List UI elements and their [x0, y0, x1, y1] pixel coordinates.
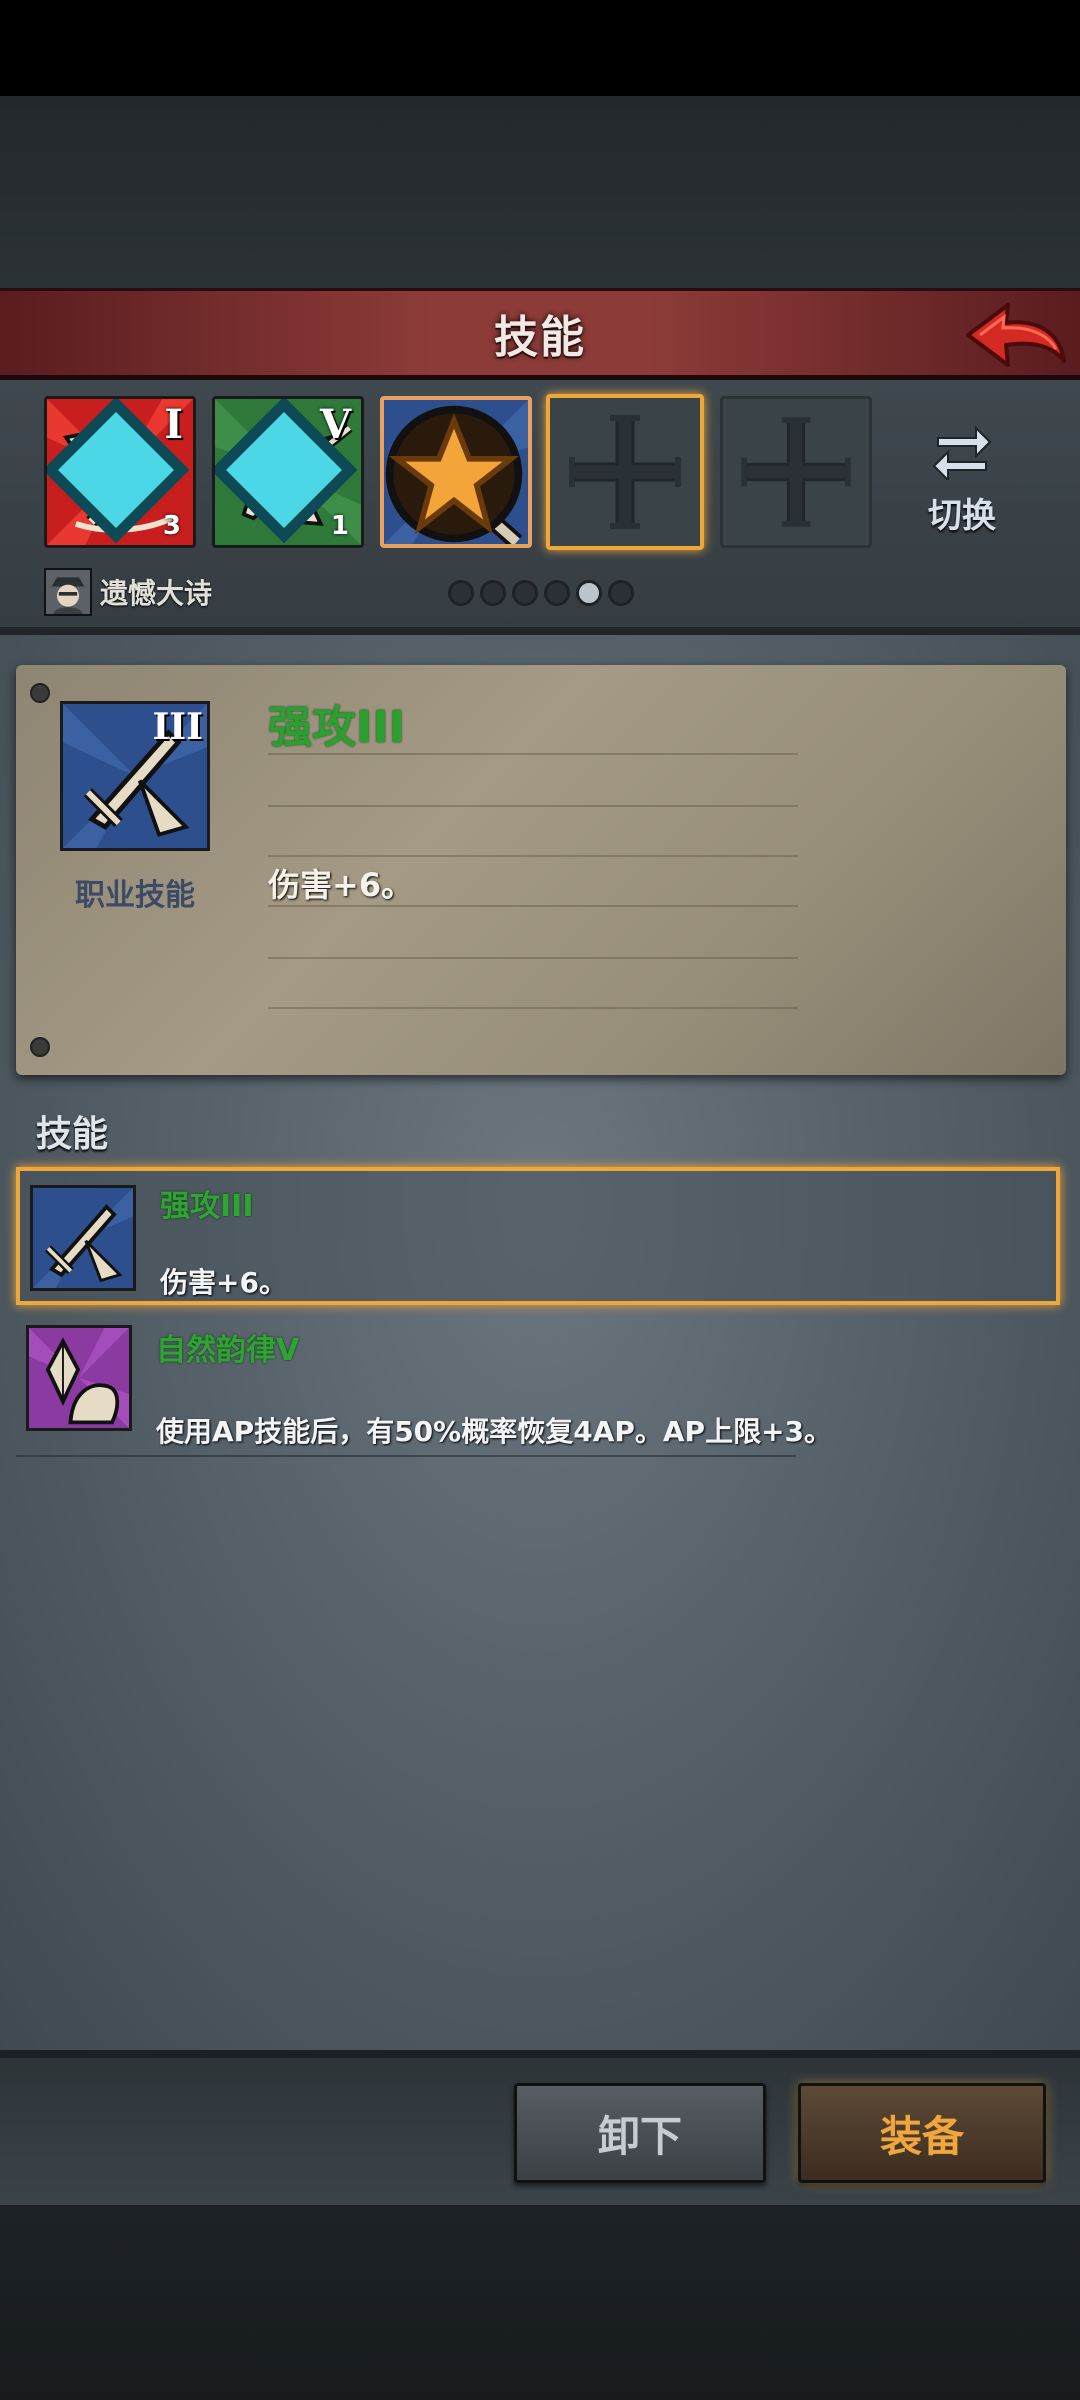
skill-list-icon — [30, 1185, 136, 1291]
skill-gem-count: 3 — [162, 511, 181, 541]
player-avatar-icon — [46, 570, 90, 614]
skill-list-description: 伤害+6。 — [160, 1266, 287, 1299]
pager-dot[interactable] — [608, 580, 634, 606]
pager-dot[interactable] — [480, 580, 506, 606]
page-title: 技能 — [494, 312, 586, 363]
detail-skill-name: 强攻III — [268, 702, 406, 753]
skill-slot-1[interactable]: I 3 — [44, 396, 196, 548]
cross-icon — [741, 417, 851, 527]
switch-button[interactable]: 切换 — [912, 420, 1012, 540]
skill-detail-panel: III 职业技能 强攻III 伤害+6。 — [16, 665, 1066, 1075]
skill-slot-2[interactable]: V 1 — [212, 396, 364, 548]
star-icon — [385, 405, 523, 543]
skill-list-description: 使用AP技能后，有50%概率恢复4AP。AP上限+3。 — [156, 1415, 833, 1448]
skill-list-icon — [26, 1325, 132, 1431]
skill-gem-count: 1 — [330, 511, 349, 541]
divider — [268, 1007, 798, 1009]
status-bar — [0, 0, 1080, 96]
pin-icon — [30, 1037, 50, 1057]
loadout-pager — [448, 580, 634, 606]
footer-bar: 卸下 装备 — [0, 2050, 1080, 2205]
pager-dot[interactable] — [512, 580, 538, 606]
detail-skill-icon: III — [60, 701, 210, 851]
skill-slot-5-empty[interactable] — [720, 396, 872, 548]
skill-list-item-selected[interactable]: 强攻III 伤害+6。 — [16, 1167, 1060, 1305]
skill-slot-3[interactable] — [380, 396, 532, 548]
skill-slot-4-empty[interactable] — [546, 394, 704, 550]
back-button[interactable] — [960, 295, 1070, 379]
pin-icon — [30, 683, 50, 703]
divider — [16, 1455, 796, 1457]
detail-skill-type: 职业技能 — [75, 878, 195, 913]
skill-slot-bar: I 3 V 1 切换 遗憾大诗 — [0, 380, 1080, 635]
title-bar: 技能 — [0, 288, 1080, 380]
divider — [268, 957, 798, 959]
bottom-backdrop — [0, 2205, 1080, 2400]
top-backdrop — [0, 96, 1080, 288]
sword-icon — [33, 1188, 133, 1288]
divider — [268, 805, 798, 807]
detail-skill-description: 伤害+6。 — [268, 866, 414, 904]
avatar[interactable] — [44, 568, 92, 616]
skill-list-name: 自然韵律V — [156, 1333, 300, 1368]
player-name: 遗憾大诗 — [100, 577, 213, 610]
pager-dot-active[interactable] — [576, 580, 602, 606]
divider — [268, 753, 798, 755]
switch-label: 切换 — [928, 496, 996, 536]
crystal-hand-icon — [29, 1328, 129, 1428]
pager-dot[interactable] — [544, 580, 570, 606]
skill-list-item[interactable]: 自然韵律V 使用AP技能后，有50%概率恢复4AP。AP上限+3。 — [16, 1315, 1060, 1453]
divider — [268, 855, 798, 857]
swap-arrows-icon — [932, 425, 992, 483]
cross-icon — [569, 415, 681, 529]
unequip-button[interactable]: 卸下 — [514, 2083, 766, 2183]
detail-skill-roman: III — [152, 706, 203, 748]
skill-list-name: 强攻III — [160, 1189, 254, 1224]
equip-button[interactable]: 装备 — [798, 2083, 1046, 2183]
pager-dot[interactable] — [448, 580, 474, 606]
skill-list-title: 技能 — [36, 1114, 109, 1155]
back-arrow-icon — [966, 303, 1066, 367]
